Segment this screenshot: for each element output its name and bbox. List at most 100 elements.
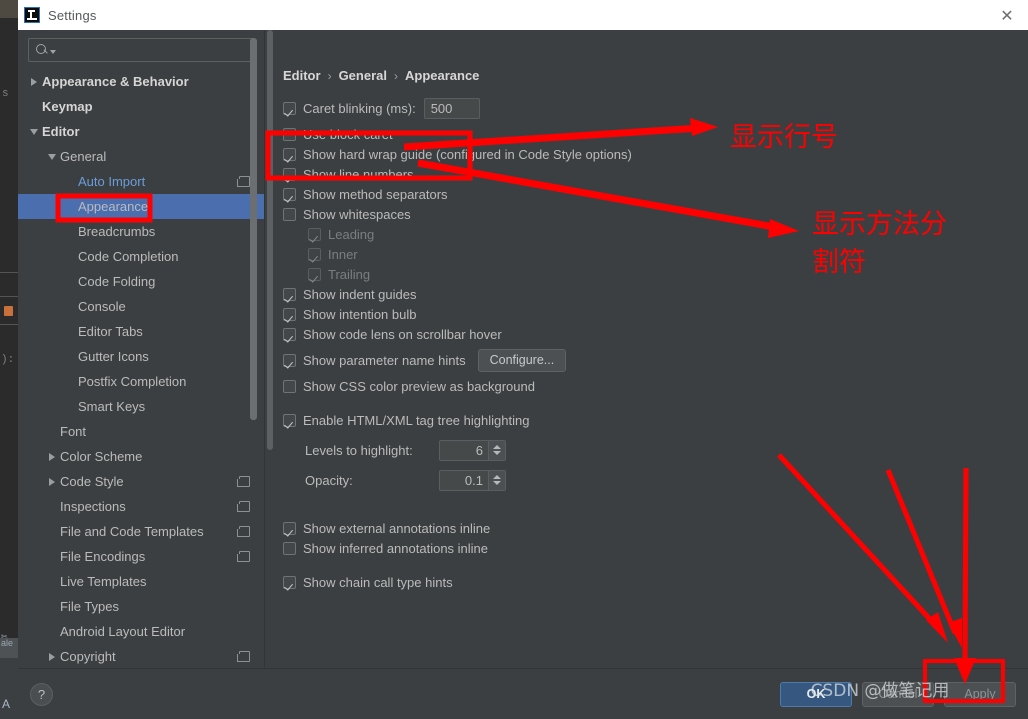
show-intention-bulb-checkbox[interactable]	[283, 307, 296, 321]
sidebar-item-appearance[interactable]: Appearance	[18, 194, 264, 219]
caret-blinking-label: Caret blinking (ms):	[303, 100, 416, 116]
trailing-checkbox[interactable]	[308, 267, 321, 281]
dialog-body: Appearance & Behavior Keymap Editor General…	[18, 30, 1028, 668]
search-input[interactable]	[56, 43, 247, 57]
sidebar-item-label: Smart Keys	[78, 399, 146, 414]
chevron-right-icon[interactable]	[44, 478, 60, 486]
chevron-up-icon[interactable]	[493, 475, 501, 479]
sidebar-item-android-layout-editor[interactable]: Android Layout Editor	[18, 619, 264, 644]
show-indent-guides-checkbox[interactable]	[283, 287, 296, 301]
opacity-stepper[interactable]: 0.1	[439, 469, 506, 491]
sidebar-item-code-style[interactable]: Code Style	[18, 469, 264, 494]
copy-settings-icon[interactable]	[237, 176, 250, 187]
show-line-numbers-checkbox[interactable]	[283, 167, 296, 181]
enable-html-xml-tag-tree-checkbox[interactable]	[283, 413, 296, 427]
stepper-arrows[interactable]	[488, 470, 505, 490]
sidebar-item-code-completion[interactable]: Code Completion	[18, 244, 264, 269]
sidebar-item-keymap[interactable]: Keymap	[18, 94, 264, 119]
option-show-chain-call-type-hints: Show chain call type hints	[283, 572, 1018, 592]
chevron-up-icon[interactable]	[493, 445, 501, 449]
copy-settings-icon[interactable]	[237, 551, 250, 562]
annotation-note-line-numbers: 显示行号	[730, 122, 838, 153]
settings-tree[interactable]: Appearance & Behavior Keymap Editor General…	[18, 69, 264, 668]
stepper-arrows[interactable]	[488, 440, 505, 460]
chevron-down-icon[interactable]	[493, 481, 501, 485]
sidebar-item-live-templates[interactable]: Live Templates	[18, 569, 264, 594]
sidebar-item-postfix-completion[interactable]: Postfix Completion	[18, 369, 264, 394]
sidebar-item-font[interactable]: Font	[18, 419, 264, 444]
use-block-caret-label: Use block caret	[303, 126, 393, 142]
breadcrumb-item-general[interactable]: General	[339, 68, 387, 83]
sidebar-item-label: File Types	[60, 599, 120, 614]
levels-to-highlight-value[interactable]: 6	[440, 440, 488, 460]
levels-to-highlight-label: Levels to highlight:	[305, 442, 413, 458]
show-hard-wrap-guide-checkbox[interactable]	[283, 147, 296, 161]
main-scrollbar-thumb[interactable]	[267, 30, 273, 450]
search-box[interactable]	[28, 38, 254, 62]
configure-button[interactable]: Configure...	[477, 348, 567, 372]
annotation-note-method-separators-line2: 割符	[812, 247, 866, 278]
sidebar-item-file-encodings[interactable]: File Encodings	[18, 544, 264, 569]
sidebar-item-color-scheme[interactable]: Color Scheme	[18, 444, 264, 469]
ide-status-text: A	[2, 697, 11, 711]
show-external-annotations-checkbox[interactable]	[283, 521, 296, 535]
sidebar-item-general[interactable]: General	[18, 144, 264, 169]
sidebar-item-auto-import[interactable]: Auto Import	[18, 169, 264, 194]
search-wrapper	[18, 30, 264, 69]
copy-settings-icon[interactable]	[237, 501, 250, 512]
opacity-value[interactable]: 0.1	[440, 470, 488, 490]
dialog-title: Settings	[48, 7, 97, 23]
help-button[interactable]: ?	[30, 682, 53, 706]
levels-to-highlight-stepper[interactable]: 6	[439, 439, 506, 461]
option-inner: Inner	[283, 244, 1018, 264]
show-method-separators-checkbox[interactable]	[283, 187, 296, 201]
chevron-right-icon[interactable]	[26, 78, 42, 86]
breadcrumb-item-editor[interactable]: Editor	[283, 68, 321, 83]
chevron-right-icon[interactable]	[44, 653, 60, 661]
show-chain-call-type-hints-checkbox[interactable]	[283, 575, 296, 589]
copy-settings-icon[interactable]	[237, 476, 250, 487]
use-block-caret-checkbox[interactable]	[283, 127, 296, 141]
show-whitespaces-checkbox[interactable]	[283, 207, 296, 221]
sidebar-item-file-and-code-templates[interactable]: File and Code Templates	[18, 519, 264, 544]
chevron-down-icon[interactable]	[26, 129, 42, 135]
sidebar-item-appearance-behavior[interactable]: Appearance & Behavior	[18, 69, 264, 94]
apply-button[interactable]: Apply	[944, 681, 1016, 707]
chevron-down-icon[interactable]	[44, 154, 60, 160]
sidebar-item-copyright[interactable]: Copyright	[18, 644, 264, 668]
settings-dialog: Settings ✕ Appearance & Behavior Keymap Ed…	[18, 0, 1028, 719]
show-method-separators-label: Show method separators	[303, 186, 448, 202]
tree-scrollbar[interactable]	[250, 38, 257, 420]
chevron-right-icon[interactable]	[44, 453, 60, 461]
option-trailing: Trailing	[283, 264, 1018, 284]
sidebar-item-label: Inspections	[60, 499, 126, 514]
show-inferred-annotations-checkbox[interactable]	[283, 541, 296, 555]
sidebar-item-file-types[interactable]: File Types	[18, 594, 264, 619]
sidebar-item-smart-keys[interactable]: Smart Keys	[18, 394, 264, 419]
sidebar-item-gutter-icons[interactable]: Gutter Icons	[18, 344, 264, 369]
copy-settings-icon[interactable]	[237, 526, 250, 537]
copy-settings-icon[interactable]	[237, 651, 250, 662]
show-parameter-name-hints-checkbox[interactable]	[283, 353, 296, 367]
leading-checkbox[interactable]	[308, 227, 321, 241]
enable-html-xml-tag-tree-label: Enable HTML/XML tag tree highlighting	[303, 412, 530, 428]
caret-blinking-input[interactable]: 500	[423, 97, 480, 119]
sidebar-item-label: Copyright	[60, 649, 116, 664]
chevron-down-icon[interactable]	[493, 451, 501, 455]
sidebar-item-code-folding[interactable]: Code Folding	[18, 269, 264, 294]
caret-blinking-checkbox[interactable]	[283, 101, 296, 115]
show-code-lens-checkbox[interactable]	[283, 327, 296, 341]
show-css-color-preview-label: Show CSS color preview as background	[303, 378, 535, 394]
close-icon[interactable]: ✕	[996, 4, 1018, 26]
inner-checkbox[interactable]	[308, 247, 321, 261]
sidebar-item-inspections[interactable]: Inspections	[18, 494, 264, 519]
main-scrollbar-track[interactable]	[265, 30, 274, 668]
sidebar-item-editor-tabs[interactable]: Editor Tabs	[18, 319, 264, 344]
sidebar-item-console[interactable]: Console	[18, 294, 264, 319]
show-css-color-preview-checkbox[interactable]	[283, 379, 296, 393]
sidebar-item-breadcrumbs[interactable]: Breadcrumbs	[18, 219, 264, 244]
breadcrumb-item-appearance: Appearance	[404, 68, 480, 83]
sidebar-item-editor[interactable]: Editor	[18, 119, 264, 144]
settings-main-pane: Editor › General › Appearance Caret blin…	[264, 30, 1028, 668]
